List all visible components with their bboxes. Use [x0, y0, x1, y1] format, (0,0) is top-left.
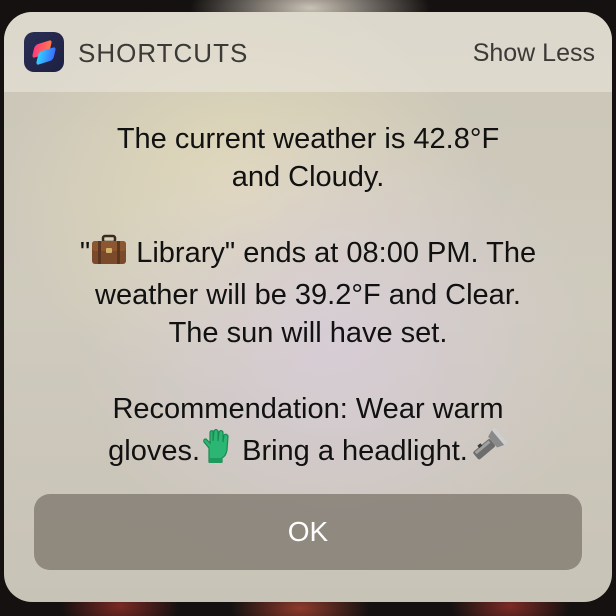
notification-header: SHORTCUTS Show Less	[4, 12, 612, 92]
shortcuts-app-icon	[24, 32, 64, 72]
message-line: and Cloudy.	[231, 161, 385, 193]
flashlight-icon	[468, 427, 508, 474]
message-line: The sun will have set.	[168, 317, 448, 349]
briefcase-icon	[90, 234, 128, 276]
glove-icon	[200, 428, 234, 474]
message-line: weather will be 39.2°F and Clear.	[95, 279, 521, 311]
app-name: SHORTCUTS	[78, 38, 249, 68]
notification-card: SHORTCUTS Show Less The current weather …	[4, 12, 612, 602]
notification-message: The current weather is 42.8°F and Cloudy…	[24, 120, 592, 474]
message-line: gloves. Bring a headlight.	[24, 427, 592, 474]
ok-button[interactable]: OK	[34, 494, 582, 570]
message-line: Recommendation: Wear warm	[112, 393, 504, 425]
message-line: The current weather is 42.8°F	[116, 123, 500, 155]
show-less-button[interactable]: Show Less	[473, 38, 595, 68]
message-line: " Library" ends at 08:00 PM. The	[24, 234, 592, 276]
